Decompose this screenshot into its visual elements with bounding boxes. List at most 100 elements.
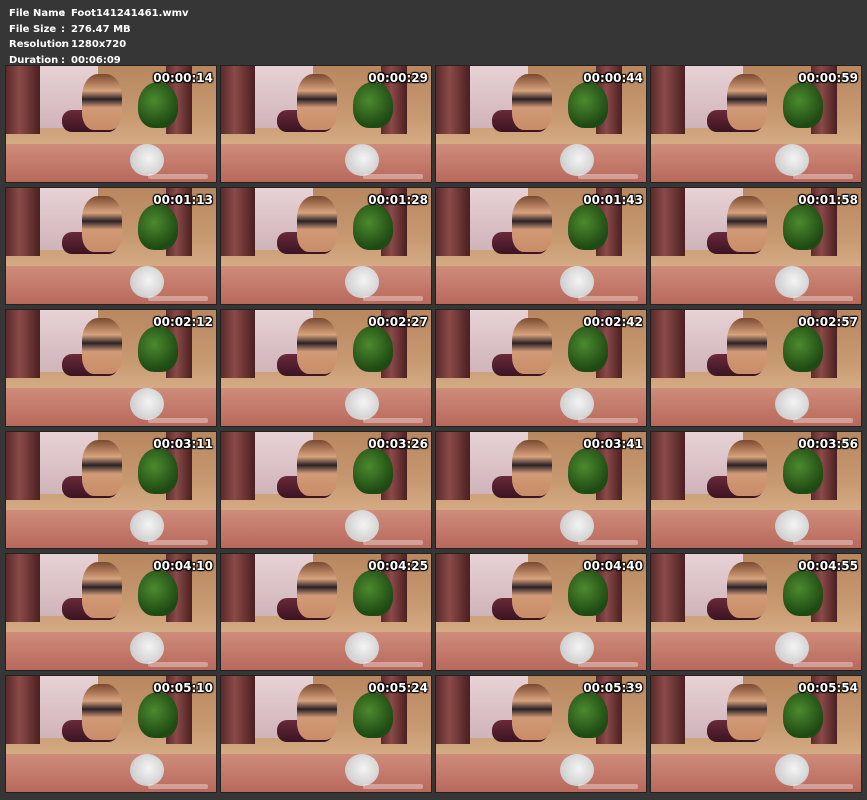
scene-curtain bbox=[221, 66, 255, 134]
scene-curtain bbox=[436, 310, 470, 378]
video-thumbnail: 00:04:40 bbox=[435, 553, 647, 671]
watermark bbox=[148, 174, 208, 179]
watermark bbox=[363, 662, 423, 667]
video-thumbnail: 00:04:10 bbox=[5, 553, 217, 671]
thumbnail-timestamp: 00:02:57 bbox=[798, 315, 858, 329]
watermark bbox=[793, 418, 853, 423]
scene-plant bbox=[568, 82, 608, 128]
video-thumbnail: 00:04:25 bbox=[220, 553, 432, 671]
thumbnail-timestamp: 00:01:43 bbox=[583, 193, 643, 207]
scene-plant bbox=[138, 448, 178, 494]
scene-figure bbox=[297, 562, 337, 618]
scene-curtain bbox=[221, 676, 255, 744]
scene-curtain bbox=[436, 432, 470, 500]
scene-mask bbox=[560, 754, 594, 786]
scene-figure bbox=[82, 440, 122, 496]
info-key: File Size bbox=[9, 23, 57, 35]
scene-mask bbox=[130, 388, 164, 420]
scene-figure bbox=[82, 684, 122, 740]
thumbnail-timestamp: 00:00:44 bbox=[583, 71, 643, 85]
watermark bbox=[578, 662, 638, 667]
video-thumbnail: 00:01:58 bbox=[650, 187, 862, 305]
thumbnail-timestamp: 00:03:41 bbox=[583, 437, 643, 451]
info-key: Resolution bbox=[9, 39, 70, 50]
scene-curtain bbox=[221, 554, 255, 622]
scene-curtain bbox=[436, 676, 470, 744]
video-thumbnail: 00:00:59 bbox=[650, 65, 862, 183]
video-thumbnail: 00:05:24 bbox=[220, 675, 432, 793]
scene-curtain bbox=[6, 554, 40, 622]
scene-plant bbox=[568, 570, 608, 616]
scene-plant bbox=[353, 570, 393, 616]
scene-curtain bbox=[221, 432, 255, 500]
video-thumbnail: 00:01:13 bbox=[5, 187, 217, 305]
scene-plant bbox=[783, 448, 823, 494]
thumbnail-timestamp: 00:00:14 bbox=[153, 71, 213, 85]
watermark bbox=[793, 662, 853, 667]
scene-mask bbox=[345, 144, 379, 176]
watermark bbox=[148, 662, 208, 667]
thumbnail-timestamp: 00:05:39 bbox=[583, 681, 643, 695]
scene-mask bbox=[345, 632, 379, 664]
info-separator: : bbox=[61, 23, 65, 35]
scene-mask bbox=[775, 510, 809, 542]
video-thumbnail: 00:01:28 bbox=[220, 187, 432, 305]
scene-plant bbox=[353, 82, 393, 128]
scene-figure bbox=[82, 318, 122, 374]
scene-plant bbox=[568, 448, 608, 494]
video-thumbnail: 00:00:29 bbox=[220, 65, 432, 183]
info-separator: : bbox=[61, 8, 65, 19]
scene-mask bbox=[775, 144, 809, 176]
scene-mask bbox=[130, 144, 164, 176]
scene-curtain bbox=[6, 676, 40, 744]
scene-curtain bbox=[436, 66, 470, 134]
file-info-header: File Name : Foot141241461.wmv File Size … bbox=[9, 6, 189, 68]
scene-figure bbox=[512, 684, 552, 740]
scene-mask bbox=[560, 510, 594, 542]
scene-plant bbox=[138, 204, 178, 250]
video-thumbnail: 00:03:11 bbox=[5, 431, 217, 549]
scene-curtain bbox=[436, 554, 470, 622]
scene-plant bbox=[353, 692, 393, 738]
watermark bbox=[578, 296, 638, 301]
video-thumbnail: 00:02:57 bbox=[650, 309, 862, 427]
video-thumbnail: 00:00:44 bbox=[435, 65, 647, 183]
info-value: Foot141241461.wmv bbox=[71, 8, 189, 19]
scene-mask bbox=[345, 388, 379, 420]
watermark bbox=[793, 540, 853, 545]
scene-figure bbox=[727, 684, 767, 740]
video-thumbnail: 00:05:54 bbox=[650, 675, 862, 793]
scene-figure bbox=[297, 684, 337, 740]
scene-mask bbox=[130, 632, 164, 664]
scene-mask bbox=[130, 754, 164, 786]
thumbnail-timestamp: 00:01:13 bbox=[153, 193, 213, 207]
video-thumbnail: 00:04:55 bbox=[650, 553, 862, 671]
scene-plant bbox=[783, 204, 823, 250]
scene-mask bbox=[345, 754, 379, 786]
info-row-file-size: File Size : 276.47 MB bbox=[9, 22, 189, 38]
scene-curtain bbox=[651, 188, 685, 256]
watermark bbox=[793, 784, 853, 789]
scene-mask bbox=[345, 266, 379, 298]
scene-mask bbox=[560, 632, 594, 664]
scene-curtain bbox=[6, 310, 40, 378]
thumbnail-timestamp: 00:04:10 bbox=[153, 559, 213, 573]
scene-plant bbox=[138, 692, 178, 738]
thumbnail-timestamp: 00:00:59 bbox=[798, 71, 858, 85]
scene-curtain bbox=[651, 554, 685, 622]
thumbnail-timestamp: 00:02:12 bbox=[153, 315, 213, 329]
scene-plant bbox=[783, 692, 823, 738]
thumbnail-timestamp: 00:03:11 bbox=[153, 437, 213, 451]
scene-figure bbox=[82, 562, 122, 618]
scene-plant bbox=[783, 82, 823, 128]
scene-figure bbox=[727, 440, 767, 496]
scene-mask bbox=[775, 632, 809, 664]
scene-curtain bbox=[6, 432, 40, 500]
scene-curtain bbox=[651, 310, 685, 378]
thumbnail-timestamp: 00:04:55 bbox=[798, 559, 858, 573]
scene-plant bbox=[568, 326, 608, 372]
thumbnail-timestamp: 00:03:56 bbox=[798, 437, 858, 451]
watermark bbox=[578, 784, 638, 789]
scene-mask bbox=[345, 510, 379, 542]
thumbnail-timestamp: 00:05:10 bbox=[153, 681, 213, 695]
